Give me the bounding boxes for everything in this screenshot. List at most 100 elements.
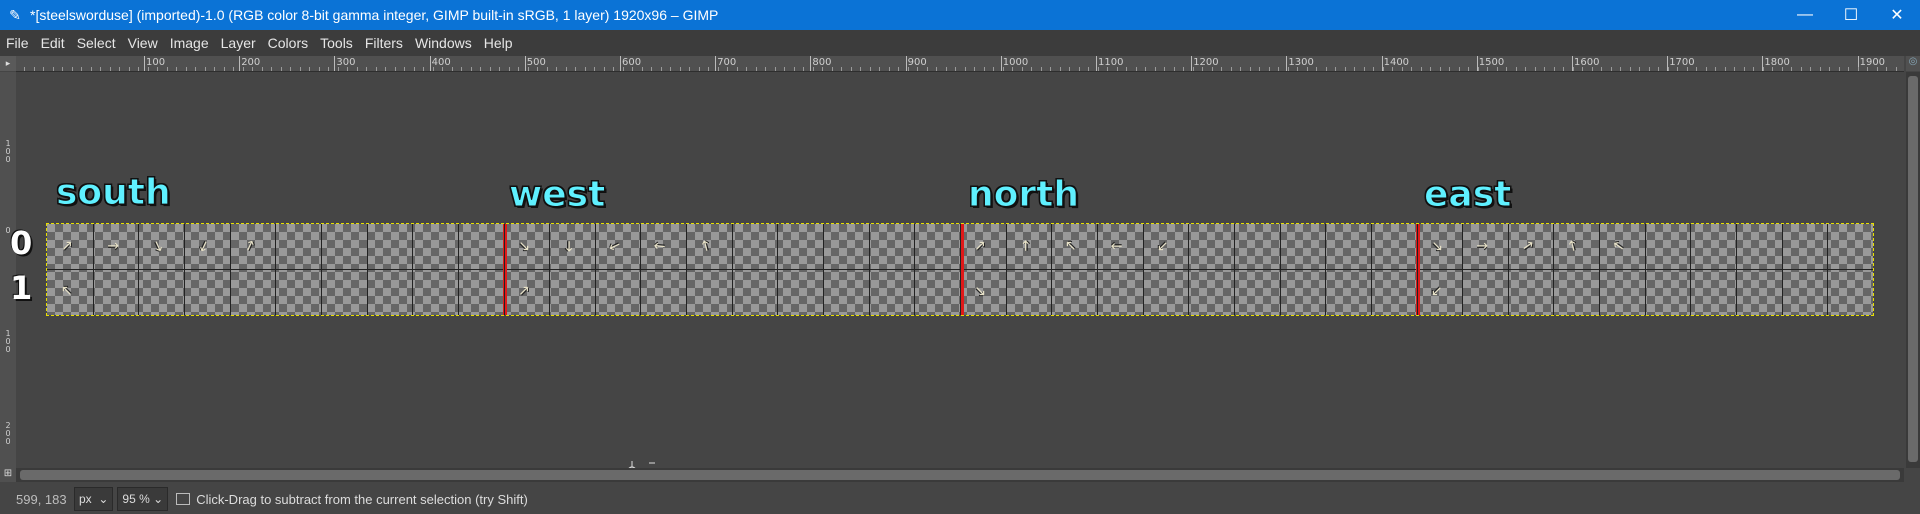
ruler-minor-tick xyxy=(166,67,168,71)
ruler-minor-tick xyxy=(964,67,966,71)
ruler-minor-tick xyxy=(1677,67,1678,71)
cell-divider xyxy=(1645,224,1646,315)
sword-sprite: ↗ xyxy=(974,238,986,254)
cell-divider xyxy=(1188,224,1189,315)
ruler-minor-tick xyxy=(546,67,548,71)
ruler-minor-tick xyxy=(337,67,339,71)
cell-divider xyxy=(1097,224,1098,315)
cell-divider xyxy=(93,224,94,315)
chevron-down-icon: ⌄ xyxy=(153,492,164,506)
status-message-text: Click-Drag to subtract from the current … xyxy=(196,491,528,507)
ruler-minor-tick xyxy=(831,67,833,71)
ruler-minor-tick xyxy=(736,67,738,71)
maximize-button[interactable]: ☐ xyxy=(1828,0,1874,30)
cell-divider xyxy=(732,224,733,315)
ruler-minor-tick xyxy=(1078,67,1080,71)
ruler-minor-tick xyxy=(413,67,415,71)
cell-divider xyxy=(1280,224,1281,315)
menu-image[interactable]: Image xyxy=(164,35,215,51)
ruler-minor-tick xyxy=(404,67,405,71)
quick-mask-toggle-icon[interactable]: ▸ xyxy=(0,56,16,71)
ruler-minor-tick xyxy=(1097,67,1099,71)
sword-sprite: ↗ xyxy=(971,285,988,297)
vertical-scrollbar[interactable] xyxy=(1906,72,1920,468)
ruler-minor-tick xyxy=(223,67,225,71)
menu-help[interactable]: Help xyxy=(478,35,519,51)
ruler-minor-tick xyxy=(195,67,196,71)
cell-divider xyxy=(1234,224,1235,315)
ruler-minor-tick xyxy=(1306,67,1308,71)
cell-divider xyxy=(1325,224,1326,315)
ruler-minor-tick xyxy=(1192,67,1194,71)
ruler-label: 1600 xyxy=(1574,57,1600,68)
cell-divider xyxy=(1051,224,1052,315)
menu-layer[interactable]: Layer xyxy=(215,35,262,51)
ruler-minor-tick xyxy=(1667,67,1669,71)
ruler-minor-tick xyxy=(1772,67,1773,71)
ruler-minor-tick xyxy=(1620,67,1621,71)
menu-colors[interactable]: Colors xyxy=(262,35,314,51)
ruler-minor-tick xyxy=(499,67,500,71)
ruler-minor-tick xyxy=(565,67,567,71)
ruler-minor-tick xyxy=(1221,67,1222,71)
sword-sprite: ↗ xyxy=(1520,237,1536,255)
ruler-minor-tick xyxy=(860,67,861,71)
cell-divider xyxy=(1690,224,1691,315)
ruler-tick xyxy=(429,56,431,71)
menu-filters[interactable]: Filters xyxy=(359,35,409,51)
ruler-label: 200 xyxy=(241,57,261,68)
ruler-minor-tick xyxy=(185,67,187,71)
horizontal-ruler[interactable]: 100 200 300 400 500 600 700 800 900 1000 1100 1200 1… xyxy=(16,56,1904,72)
cell-divider xyxy=(1553,224,1554,315)
cell-divider xyxy=(367,224,368,315)
zoom-select[interactable]: 95 % ⌄ xyxy=(117,487,169,511)
cell-divider xyxy=(869,224,870,315)
ruler-minor-tick xyxy=(271,67,272,71)
ruler-minor-tick xyxy=(1145,67,1146,71)
vertical-scroll-thumb[interactable] xyxy=(1908,76,1918,462)
ruler-minor-tick xyxy=(1069,67,1070,71)
sprite-sheet-image[interactable]: ↗ ↗ ↗ ↗ ↗ ↗ ↗ ↗ ↗ ↗ ↗ ↗ ↗ ↗ ↗ ↗ ↗ ↗ ↗ ↗ ↗ ↗ ↗ ↗ xyxy=(46,223,1874,316)
ruler-minor-tick xyxy=(1477,67,1479,71)
horizontal-scrollbar[interactable] xyxy=(16,468,1904,482)
close-button[interactable]: ✕ xyxy=(1874,0,1920,30)
unit-select[interactable]: px ⌄ xyxy=(74,487,114,511)
ruler-minor-tick xyxy=(81,67,82,71)
ruler-minor-tick xyxy=(689,67,690,71)
menu-tools[interactable]: Tools xyxy=(314,35,359,51)
ruler-minor-tick xyxy=(1430,67,1431,71)
ruler-minor-tick xyxy=(1601,67,1602,71)
ruler-minor-tick xyxy=(898,67,899,71)
ruler-label: 1300 xyxy=(1288,57,1314,68)
ruler-label: 1 0 0 xyxy=(5,329,11,354)
menu-edit[interactable]: Edit xyxy=(35,35,71,51)
menu-file[interactable]: File xyxy=(0,35,35,51)
ruler-minor-tick xyxy=(1639,67,1640,71)
ruler-minor-tick xyxy=(774,67,776,71)
menu-view[interactable]: View xyxy=(122,35,164,51)
cell-divider xyxy=(686,224,687,315)
ruler-minor-tick xyxy=(1762,67,1764,71)
ruler-minor-tick xyxy=(214,67,215,71)
ruler-minor-tick xyxy=(1116,67,1118,71)
ruler-minor-tick xyxy=(869,67,871,71)
horizontal-scroll-thumb[interactable] xyxy=(20,470,1900,480)
ruler-minor-tick xyxy=(1572,67,1574,71)
ruler-minor-tick xyxy=(670,67,671,71)
menu-select[interactable]: Select xyxy=(71,35,122,51)
ruler-minor-tick xyxy=(1743,67,1745,71)
navigate-icon[interactable]: ⊞ xyxy=(0,468,16,482)
sword-sprite: ↗ xyxy=(195,236,213,256)
zoom-follow-icon[interactable]: ◎ xyxy=(1906,56,1920,71)
minimize-button[interactable]: — xyxy=(1782,0,1828,30)
ruler-minor-tick xyxy=(43,67,44,71)
image-canvas[interactable]: south west north east 0 1 ↗ ↗ ↗ ↗ ↗ ↗ ↗ ↗ ↗ ↗ ↗ ↗ ↗ ↗… xyxy=(10,72,1904,496)
menu-windows[interactable]: Windows xyxy=(409,35,478,51)
ruler-minor-tick xyxy=(318,67,320,71)
ruler-minor-tick xyxy=(157,67,158,71)
ruler-minor-tick xyxy=(261,67,263,71)
cell-divider xyxy=(777,224,778,315)
sword-sprite: ↗ xyxy=(1107,236,1127,256)
ruler-minor-tick xyxy=(1411,67,1412,71)
label-south: south xyxy=(56,172,172,214)
